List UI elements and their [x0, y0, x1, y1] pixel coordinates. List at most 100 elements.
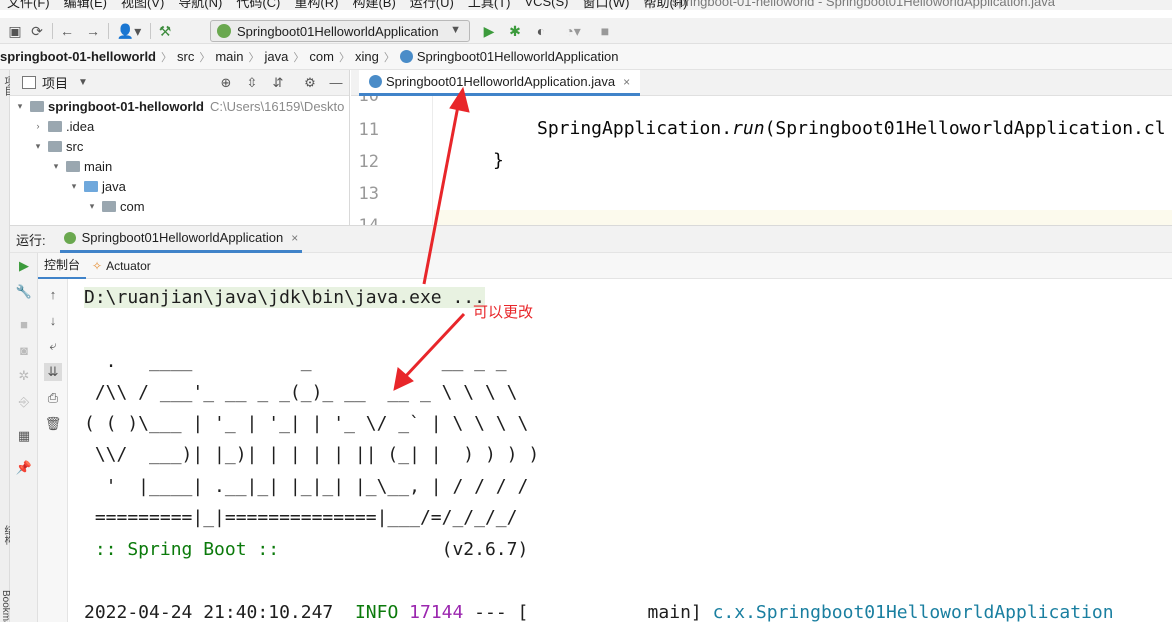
spring-boot-label: :: Spring Boot ::	[84, 539, 290, 560]
run-toolbar-primary: ▶ 🔧 ■ ◙ ✲ ⎆ ▦ 📌	[10, 253, 38, 622]
down-arrow-icon[interactable]: ↓	[44, 311, 62, 329]
close-icon[interactable]: ×	[291, 231, 298, 245]
project-panel-title[interactable]: 项目	[42, 73, 68, 92]
chevron-down-icon[interactable]: ▾	[86, 201, 98, 212]
wrench-icon[interactable]: 🔧	[15, 283, 33, 301]
tree-item-label: java	[102, 178, 126, 194]
breadcrumb-class[interactable]: Springboot01HelloworldApplication	[399, 49, 618, 64]
save-icon[interactable]: ▣	[6, 22, 24, 40]
tree-item-main[interactable]: ▾ main	[50, 156, 112, 176]
scroll-to-end-icon[interactable]: ⇊	[44, 363, 62, 381]
tree-item-java[interactable]: ▾ java	[68, 176, 126, 196]
menu-tools[interactable]: 工具(T)	[461, 0, 518, 11]
coverage-icon[interactable]: ◐	[532, 22, 550, 40]
tab-console[interactable]: 控制台	[38, 253, 87, 279]
folder-icon	[66, 160, 80, 172]
breadcrumb-xing[interactable]: xing	[355, 49, 379, 64]
stop-icon[interactable]: ■	[15, 315, 33, 333]
chevron-down-icon[interactable]: ▾	[32, 141, 44, 152]
forward-icon[interactable]: →	[84, 22, 102, 40]
camera-icon[interactable]: ◙	[15, 341, 33, 359]
menu-edit[interactable]: 编辑(E)	[57, 0, 114, 11]
toolbar-separator	[150, 23, 151, 39]
main-toolbar: ▣ ⟳ ← → 👤▾ ⚒ Springboot01HelloworldAppli…	[0, 18, 1172, 44]
breadcrumb-separator: 〉	[383, 51, 395, 64]
chevron-down-icon[interactable]: ▾	[50, 161, 62, 172]
rerun-icon[interactable]: ▶	[15, 257, 33, 275]
chevron-right-icon[interactable]: ›	[32, 121, 44, 131]
breadcrumb-separator: 〉	[293, 51, 305, 64]
folder-icon	[30, 100, 44, 112]
menu-navigate[interactable]: 导航(N)	[171, 0, 229, 11]
run-configuration-select[interactable]: Springboot01HelloworldApplication ▼	[210, 20, 470, 42]
hide-icon[interactable]: —	[328, 75, 344, 90]
package-icon	[102, 200, 116, 212]
banner-line: . ____ _ __ _ _	[84, 351, 507, 372]
spring-boot-version: (v2.6.7)	[289, 539, 529, 560]
build-hammer-icon[interactable]: ⚒	[156, 22, 174, 40]
breadcrumb-java[interactable]: java	[265, 49, 289, 64]
menu-build[interactable]: 构建(B)	[345, 0, 402, 11]
breadcrumb-main[interactable]: main	[215, 49, 243, 64]
menu-bar: 文件(F) 编辑(E) 视图(V) 导航(N) 代码(C) 重构(R) 构建(B…	[0, 0, 1172, 10]
code-editor[interactable]: 10 11 12 13 14 SpringApplication.run(Spr…	[351, 96, 1172, 225]
menu-code[interactable]: 代码(C)	[229, 0, 287, 11]
actuator-icon: ✧	[92, 258, 103, 273]
pin-icon[interactable]: 📌	[15, 459, 33, 477]
console-output[interactable]: D:\ruanjian\java\jdk\bin\java.exe ... . …	[68, 279, 1172, 622]
settings-icon[interactable]: ✲	[15, 367, 33, 385]
collapse-all-icon[interactable]: ⇵	[270, 75, 286, 91]
run-tool-window-header: 运行: Springboot01HelloworldApplication ×	[10, 225, 1172, 253]
layout-icon[interactable]: ▦	[15, 427, 33, 445]
menu-run[interactable]: 运行(U)	[403, 0, 461, 11]
tree-item-label: src	[66, 138, 84, 154]
menu-view[interactable]: 视图(V)	[114, 0, 171, 11]
chevron-down-icon[interactable]: ▾	[14, 101, 26, 112]
breadcrumb-separator: 〉	[248, 51, 260, 64]
chevron-down-icon[interactable]: ▾	[68, 181, 80, 192]
menu-vcs[interactable]: VCS(S)	[517, 0, 575, 9]
tree-item-com[interactable]: ▾ com	[86, 196, 145, 216]
expand-all-icon[interactable]: ⇳	[244, 75, 260, 91]
close-icon[interactable]: ×	[623, 75, 630, 89]
profile-icon[interactable]: ◔▾	[558, 22, 588, 40]
stop-icon[interactable]: ■	[596, 22, 614, 40]
debug-icon[interactable]: ✱	[506, 22, 524, 40]
tree-item-label: .idea	[66, 118, 95, 134]
tree-item-idea[interactable]: › .idea	[32, 116, 95, 136]
tree-item-project[interactable]: ▾ springboot-01-helloworld C:\Users\1615…	[14, 96, 345, 116]
menu-window[interactable]: 窗口(W)	[576, 0, 637, 11]
log-level: INFO	[354, 602, 399, 622]
run-label: 运行:	[16, 232, 46, 248]
chevron-down-icon[interactable]: ▼	[78, 77, 88, 88]
editor-tab-active[interactable]: Springboot01HelloworldApplication.java ×	[359, 70, 641, 96]
breadcrumb-src[interactable]: src	[177, 49, 194, 64]
locate-icon[interactable]: ⊕	[218, 75, 234, 91]
breadcrumb-separator: 〉	[161, 51, 172, 64]
sync-icon[interactable]: ⟳	[28, 22, 46, 40]
user-icon[interactable]: 👤▾	[114, 22, 144, 40]
breadcrumb-com[interactable]: com	[309, 49, 334, 64]
run-tab[interactable]: Springboot01HelloworldApplication ×	[59, 225, 303, 253]
tree-item-src[interactable]: ▾ src	[32, 136, 84, 156]
console-command-line: D:\ruanjian\java\jdk\bin\java.exe ...	[84, 287, 485, 308]
trash-icon[interactable]: 🗑	[44, 415, 62, 433]
menu-file[interactable]: 文件(F)	[0, 0, 57, 11]
chevron-down-icon: ▼	[450, 24, 461, 36]
run-icon[interactable]: ▶	[480, 22, 498, 40]
breadcrumb-project[interactable]: springboot-01-helloworld	[0, 49, 156, 64]
tree-item-label: springboot-01-helloworld	[48, 98, 204, 114]
tab-actuator[interactable]: ✧ Actuator	[86, 253, 157, 279]
banner-line: /\\ / ___'_ __ _ _(_)_ __ __ _ \ \ \ \	[84, 382, 518, 403]
breadcrumb-separator: 〉	[338, 51, 350, 64]
exit-icon[interactable]: ⎆	[15, 393, 33, 411]
print-icon[interactable]: ⎙	[44, 389, 62, 407]
gear-icon[interactable]: ⚙	[302, 75, 318, 91]
up-arrow-icon[interactable]: ↑	[44, 285, 62, 303]
tab-actuator-label: Actuator	[106, 258, 151, 273]
editor-tab-label: Springboot01HelloworldApplication.java	[386, 74, 616, 89]
soft-wrap-icon[interactable]: ⤶	[44, 337, 62, 355]
back-icon[interactable]: ←	[58, 22, 76, 40]
run-tab-label: Springboot01HelloworldApplication	[81, 230, 284, 245]
menu-refactor[interactable]: 重构(R)	[287, 0, 345, 11]
